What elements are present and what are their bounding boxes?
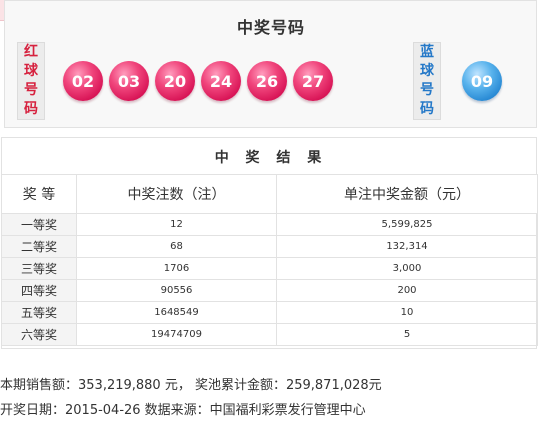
prize-table-header: 奖 等 中奖注数（注） 单注中奖金额（元）	[1, 174, 538, 214]
prize-level: 一等奖	[1, 213, 77, 236]
winner-count: 12	[76, 213, 277, 236]
prize-level: 五等奖	[1, 301, 77, 324]
red-label-char: 号	[24, 82, 38, 98]
red-ball-3: 20	[155, 61, 195, 101]
red-ball-1: 02	[63, 61, 103, 101]
winner-count: 68	[76, 235, 277, 258]
table-row: 四等奖 90556 200	[1, 279, 538, 302]
blue-label-char: 蓝	[420, 44, 434, 60]
prize-level: 二等奖	[1, 235, 77, 258]
draw-date-info: 开奖日期：2015-04-26 数据来源：中国福利彩票发行管理中心	[0, 403, 366, 418]
table-row: 五等奖 1648549 10	[1, 301, 538, 324]
blue-ball-label: 蓝 球 号 码	[413, 42, 441, 120]
blue-label-char: 球	[420, 63, 434, 79]
prize-amount: 5	[276, 323, 538, 346]
header-count: 中奖注数（注）	[76, 174, 277, 214]
winner-count: 90556	[76, 279, 277, 302]
sales-info: 本期销售额：353,219,880 元， 奖池累计金额：259,871,028元	[0, 378, 382, 393]
prize-results-title: 中 奖 结 果	[214, 150, 328, 166]
table-row: 一等奖 12 5,599,825	[1, 213, 538, 236]
red-label-char: 球	[24, 63, 38, 79]
prize-amount: 10	[276, 301, 538, 324]
red-ball-5: 26	[247, 61, 287, 101]
table-row: 三等奖 1706 3,000	[1, 257, 538, 280]
prize-amount: 200	[276, 279, 538, 302]
red-ball-2: 03	[109, 61, 149, 101]
red-ball-4: 24	[201, 61, 241, 101]
red-label-char: 码	[24, 101, 38, 117]
red-label-char: 红	[24, 44, 38, 60]
prize-level: 四等奖	[1, 279, 77, 302]
red-ball-6: 27	[293, 61, 333, 101]
blue-label-char: 号	[420, 82, 434, 98]
blue-ball: 09	[462, 61, 502, 101]
prize-amount: 5,599,825	[276, 213, 538, 236]
header-amount: 单注中奖金额（元）	[276, 174, 538, 214]
table-row: 六等奖 19474709 5	[1, 323, 538, 346]
prize-amount: 3,000	[276, 257, 538, 280]
winner-count: 1648549	[76, 301, 277, 324]
prize-level: 三等奖	[1, 257, 77, 280]
prize-table: 奖 等 中奖注数（注） 单注中奖金额（元） 一等奖 12 5,599,825 二…	[1, 174, 538, 346]
header-level: 奖 等	[1, 174, 77, 214]
winner-count: 19474709	[76, 323, 277, 346]
winning-numbers-title: 中奖号码	[236, 18, 305, 37]
red-ball-label: 红 球 号 码	[17, 42, 45, 120]
prize-level: 六等奖	[1, 323, 77, 346]
table-row: 二等奖 68 132,314	[1, 235, 538, 258]
winner-count: 1706	[76, 257, 277, 280]
prize-amount: 132,314	[276, 235, 538, 258]
blue-label-char: 码	[420, 101, 434, 117]
